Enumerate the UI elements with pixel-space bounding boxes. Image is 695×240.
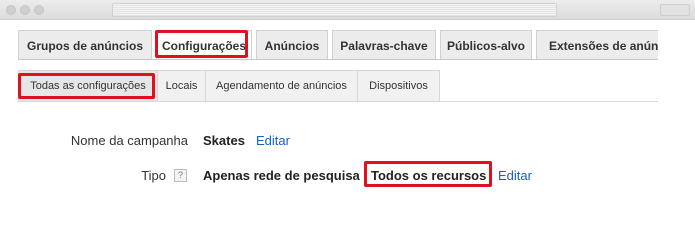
address-bar[interactable]: [112, 3, 557, 17]
edit-type-link[interactable]: Editar: [498, 168, 532, 183]
help-icon[interactable]: ?: [174, 169, 187, 182]
type-label: Tipo: [141, 168, 166, 183]
type-subvalue: Todos os recursos: [371, 168, 487, 183]
edit-campaign-name-link[interactable]: Editar: [256, 133, 290, 148]
browser-titlebar: [0, 0, 695, 20]
minimize-window-icon[interactable]: [20, 5, 30, 15]
type-value: Apenas rede de pesquisa: [203, 168, 360, 183]
secondary-tab-bar: Todas as configurações Locais Agendament…: [18, 70, 658, 102]
campaign-name-value: Skates: [203, 133, 245, 148]
tab-extensoes-de-anuncio[interactable]: Extensões de anúnci: [536, 30, 658, 59]
tab-publicos-alvo[interactable]: Públicos-alvo: [440, 30, 532, 59]
campaign-name-label: Nome da campanha: [70, 133, 188, 148]
close-window-icon[interactable]: [6, 5, 16, 15]
subtab-locais[interactable]: Locais: [158, 70, 206, 102]
tab-palavras-chave[interactable]: Palavras-chave: [332, 30, 436, 59]
browser-window: Grupos de anúncios Configurações Anúncio…: [0, 0, 695, 222]
tab-anuncios[interactable]: Anúncios: [256, 30, 328, 59]
browser-menu-button[interactable]: [660, 4, 690, 16]
subtab-agendamento-de-anuncios[interactable]: Agendamento de anúncios: [206, 70, 358, 102]
tab-configuracoes[interactable]: Configurações: [156, 30, 252, 59]
tab-grupos-de-anuncios[interactable]: Grupos de anúncios: [18, 30, 152, 59]
subtab-todas-as-configuracoes[interactable]: Todas as configurações: [18, 70, 158, 102]
maximize-window-icon[interactable]: [34, 5, 44, 15]
subtab-dispositivos[interactable]: Dispositivos: [358, 70, 440, 102]
primary-tab-bar: Grupos de anúncios Configurações Anúncio…: [18, 30, 658, 60]
